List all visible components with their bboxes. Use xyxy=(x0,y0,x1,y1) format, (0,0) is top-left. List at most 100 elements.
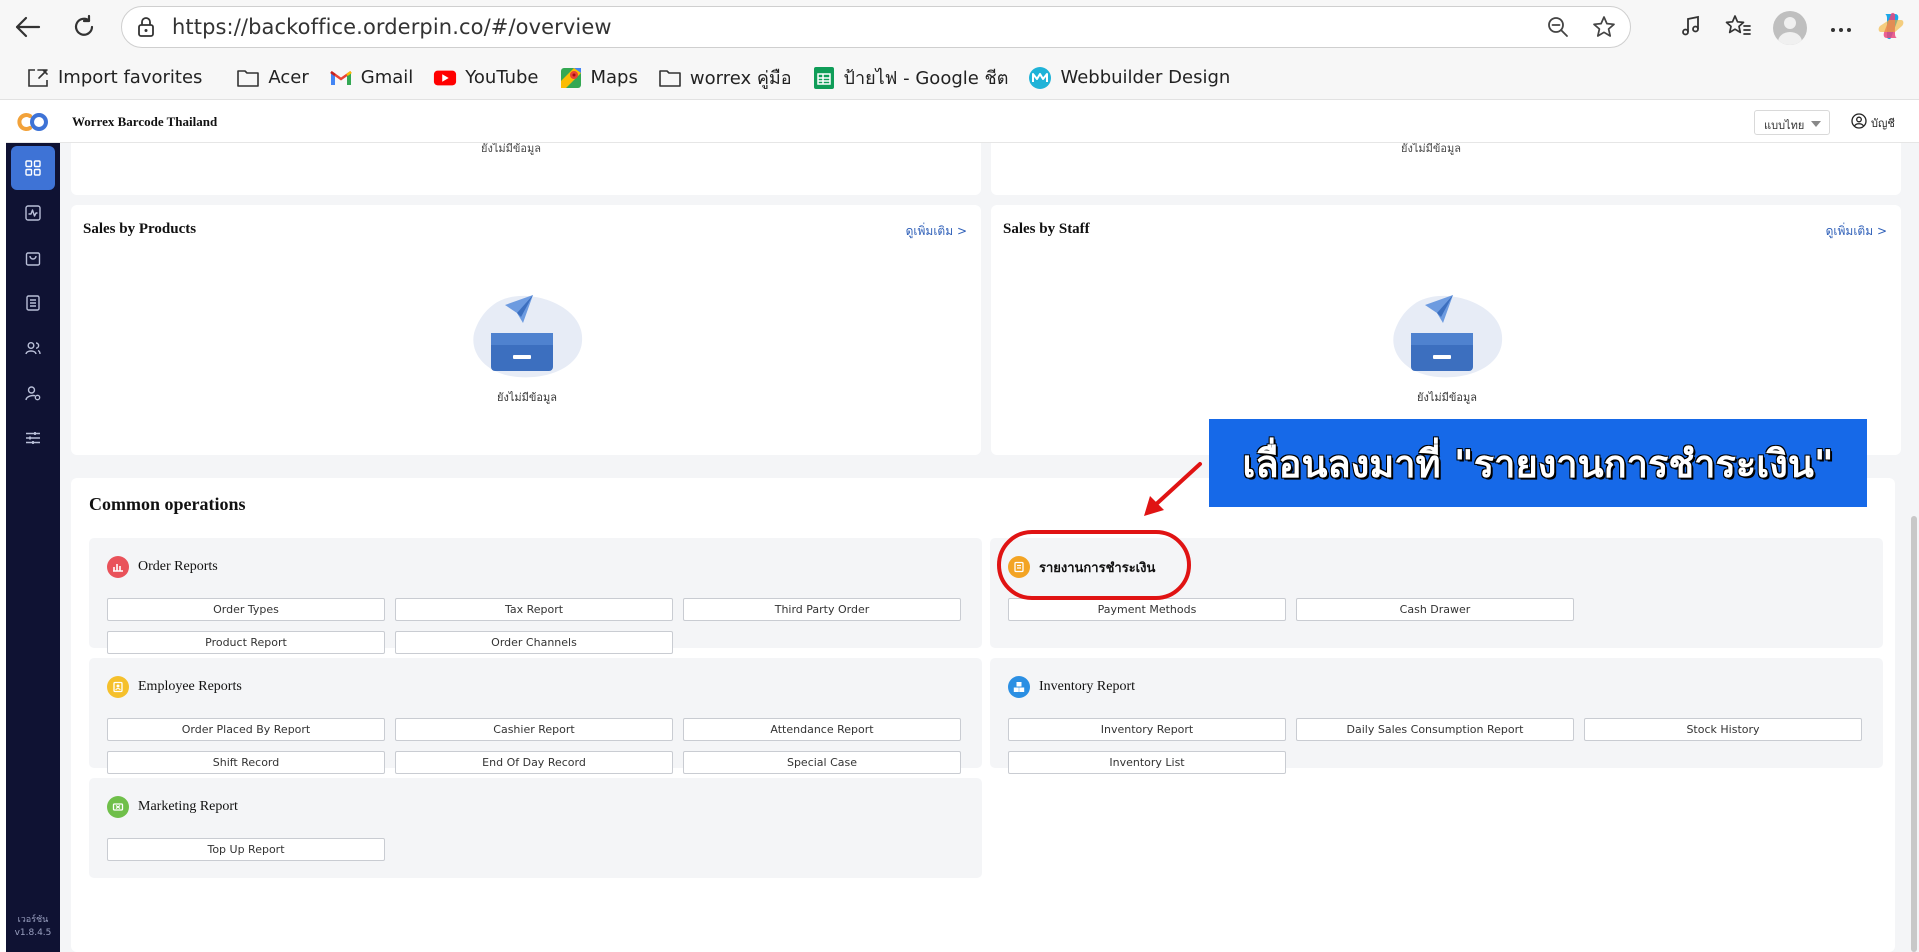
menu-book-icon xyxy=(26,295,40,311)
report-attendance[interactable]: Attendance Report xyxy=(683,718,961,741)
profile-avatar[interactable] xyxy=(1773,11,1807,45)
youtube-icon xyxy=(433,66,457,90)
see-more-link[interactable]: ดูเพิ่มเติม > xyxy=(1826,222,1887,241)
sidebar-item-overview[interactable] xyxy=(11,146,55,190)
bookmark-label: YouTube xyxy=(465,67,539,88)
sidebar-item-settings[interactable] xyxy=(11,416,55,460)
bookmarks-bar: Import favorites Acer Gmail YouTube Maps… xyxy=(0,56,1919,100)
group-inventory-reports: Inventory Report Inventory Report Daily … xyxy=(990,658,1883,774)
bookmark-acer[interactable]: Acer xyxy=(226,61,318,95)
report-cashier[interactable]: Cashier Report xyxy=(395,718,673,741)
see-more-link[interactable]: ดูเพิ่มเติม > xyxy=(906,222,967,241)
report-order-channels[interactable]: Order Channels xyxy=(395,631,673,654)
red-arrow-icon xyxy=(1144,462,1202,516)
bookmark-worrex-manual[interactable]: worrex คู่มือ xyxy=(648,61,802,95)
sidebar-item-staff[interactable] xyxy=(11,371,55,415)
empty-text: ยังไม่มีข้อมูล xyxy=(481,143,541,155)
more-menu-icon[interactable] xyxy=(1829,19,1853,38)
empty-inbox-icon xyxy=(1393,295,1503,378)
company-name: Worrex Barcode Thailand xyxy=(72,114,218,129)
report-order-placed-by[interactable]: Order Placed By Report xyxy=(107,718,385,741)
sheets-icon xyxy=(812,66,836,90)
report-shift-record[interactable]: Shift Record xyxy=(107,751,385,774)
scrollbar[interactable] xyxy=(1911,516,1917,952)
empty-inbox-icon xyxy=(473,295,583,378)
card-top-right: ยังไม่มีข้อมูล xyxy=(991,143,1901,195)
refresh-icon[interactable] xyxy=(68,11,100,43)
report-special-case[interactable]: Special Case xyxy=(683,751,961,774)
bookmark-webbuilder[interactable]: Webbuilder Design xyxy=(1018,61,1240,95)
media-icon[interactable] xyxy=(1679,14,1703,42)
language-value: แบบไทย xyxy=(1764,119,1805,132)
card-title: Sales by Products xyxy=(83,221,197,237)
caret-down-icon xyxy=(1811,121,1821,127)
sidebar-item-orders[interactable] xyxy=(11,236,55,280)
copilot-icon[interactable] xyxy=(1875,10,1907,46)
instruction-callout: เลื่อนลงมาที่ "รายงานการชำระเงิน" xyxy=(1209,419,1867,507)
activity-chart-icon xyxy=(25,205,41,221)
bookmark-youtube[interactable]: YouTube xyxy=(423,61,548,95)
group-label: Employee Reports xyxy=(138,679,242,694)
section-title: Common operations xyxy=(89,494,246,514)
back-icon[interactable] xyxy=(12,11,44,43)
version-label: เวอร์ชัน xyxy=(17,915,49,925)
language-select[interactable]: แบบไทย xyxy=(1754,110,1830,135)
bookmark-google-sheets[interactable]: ป้ายไฟ - Google ชีต xyxy=(802,61,1019,95)
sidebar-item-customers[interactable] xyxy=(11,326,55,370)
empty-text: ยังไม่มีข้อมูล xyxy=(1417,391,1477,404)
group-label: Marketing Report xyxy=(138,799,238,814)
account-label: บัญชี xyxy=(1871,116,1895,130)
report-third-party-order[interactable]: Third Party Order xyxy=(683,598,961,621)
favorites-icon[interactable] xyxy=(1725,14,1751,42)
sales-by-products-card: Sales by Products ดูเพิ่มเติม > ยังไม่มี… xyxy=(71,205,981,455)
bookmark-label: Maps xyxy=(590,67,638,88)
card-title: Sales by Staff xyxy=(1003,221,1090,237)
version-number: v1.8.4.5 xyxy=(14,928,52,938)
bookmark-label: ป้ายไฟ - Google ชีต xyxy=(843,68,1009,89)
report-inventory[interactable]: Inventory Report xyxy=(1008,718,1286,741)
app-logo xyxy=(17,113,48,131)
zoom-out-icon[interactable] xyxy=(1546,15,1570,43)
bookmark-label: Acer xyxy=(268,67,309,88)
id-badge-icon xyxy=(107,676,129,698)
bookmark-import-favorites[interactable]: Import favorites xyxy=(16,61,212,95)
group-employee-reports: Employee Reports Order Placed By Report … xyxy=(89,658,982,774)
report-payment-methods[interactable]: Payment Methods xyxy=(1008,598,1286,621)
sidebar: เวอร์ชัน v1.8.4.5 xyxy=(6,143,60,952)
app-window: Worrex Barcode Thailand แบบไทย บัญชี เวอ… xyxy=(6,101,1919,952)
main-content: ยังไม่มีข้อมูล ยังไม่มีข้อมูล Sales by P… xyxy=(60,143,1919,952)
report-cash-drawer[interactable]: Cash Drawer xyxy=(1296,598,1574,621)
group-order-reports: Order Reports Order Types Tax Report Thi… xyxy=(89,538,982,654)
report-tax[interactable]: Tax Report xyxy=(395,598,673,621)
group-label: Inventory Report xyxy=(1039,679,1136,694)
report-stock-history[interactable]: Stock History xyxy=(1584,718,1862,741)
shopping-bag-icon xyxy=(25,252,41,266)
browser-toolbar: https://backoffice.orderpin.co/#/overvie… xyxy=(0,0,1919,56)
report-top-up[interactable]: Top Up Report xyxy=(107,838,385,861)
app-header: Worrex Barcode Thailand แบบไทย บัญชี xyxy=(6,101,1919,143)
site-info-icon[interactable] xyxy=(134,15,158,39)
folder-icon xyxy=(236,66,260,90)
address-bar[interactable]: https://backoffice.orderpin.co/#/overvie… xyxy=(121,6,1631,48)
report-end-of-day-record[interactable]: End Of Day Record xyxy=(395,751,673,774)
sidebar-item-products[interactable] xyxy=(11,281,55,325)
sidebar-item-reports[interactable] xyxy=(11,191,55,235)
report-order-types[interactable]: Order Types xyxy=(107,598,385,621)
import-icon xyxy=(26,66,50,90)
report-inventory-list[interactable]: Inventory List xyxy=(1008,751,1286,774)
report-daily-sales-consumption[interactable]: Daily Sales Consumption Report xyxy=(1296,718,1574,741)
bookmark-maps[interactable]: Maps xyxy=(549,61,648,95)
account-menu[interactable]: บัญชี xyxy=(1851,113,1895,132)
highlight-circle xyxy=(997,530,1191,600)
grid-icon xyxy=(25,160,41,176)
bookmark-label: worrex คู่มือ xyxy=(689,68,792,89)
bookmark-gmail[interactable]: Gmail xyxy=(319,61,424,95)
group-label: Order Reports xyxy=(138,559,218,574)
bookmark-label: Webbuilder Design xyxy=(1060,67,1231,88)
gmail-icon xyxy=(329,66,353,90)
version-info: เวอร์ชัน v1.8.4.5 xyxy=(6,914,60,940)
bookmark-label: Gmail xyxy=(360,67,414,88)
sales-by-staff-card: Sales by Staff ดูเพิ่มเติม > ยังไม่มีข้อ… xyxy=(991,205,1901,455)
report-product[interactable]: Product Report xyxy=(107,631,385,654)
favorite-star-icon[interactable] xyxy=(1592,15,1616,43)
